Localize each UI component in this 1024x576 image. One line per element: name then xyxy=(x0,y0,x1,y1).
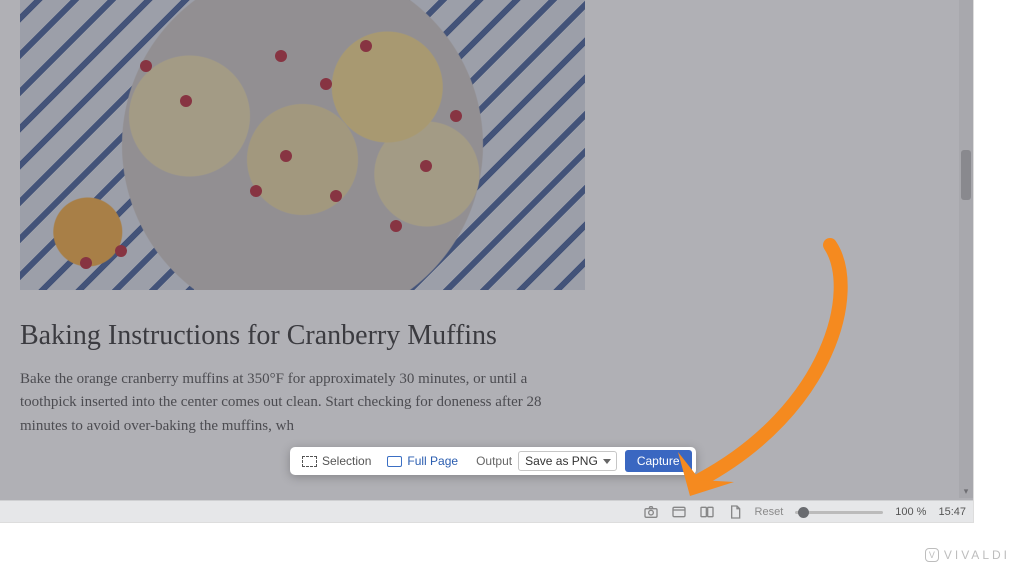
hero-image xyxy=(20,0,585,290)
zoom-reset-button[interactable]: Reset xyxy=(755,506,784,518)
fullpage-icon xyxy=(387,456,402,467)
panel-toggle-icon[interactable] xyxy=(671,504,687,520)
zoom-slider-thumb[interactable] xyxy=(798,507,809,518)
output-format-value: Save as PNG xyxy=(525,454,598,468)
status-bar: Reset 100 % 15:47 xyxy=(0,500,974,523)
capture-selection-button[interactable]: Selection xyxy=(294,451,379,471)
selection-icon xyxy=(302,456,317,467)
browser-window: Baking Instructions for Cranberry Muffin… xyxy=(0,0,974,523)
tiling-icon[interactable] xyxy=(699,504,715,520)
scrollbar-thumb[interactable] xyxy=(961,150,971,200)
zoom-value: 100 % xyxy=(895,506,926,518)
vivaldi-brand-text: VIVALDI xyxy=(944,548,1010,562)
vivaldi-logo-icon: V xyxy=(925,548,939,562)
capture-toolbar: Selection Full Page Output Save as PNG C… xyxy=(290,447,696,475)
scrollbar-down-arrow[interactable]: ▾ xyxy=(961,486,971,496)
capture-icon[interactable] xyxy=(643,504,659,520)
capture-fullpage-button[interactable]: Full Page xyxy=(379,451,466,471)
vertical-scrollbar[interactable]: ▾ xyxy=(959,0,973,498)
page-actions-icon[interactable] xyxy=(727,504,743,520)
clock: 15:47 xyxy=(938,506,966,518)
vivaldi-watermark: V VIVALDI xyxy=(925,548,1010,562)
zoom-slider[interactable] xyxy=(795,511,883,514)
article-title: Baking Instructions for Cranberry Muffin… xyxy=(20,320,612,352)
capture-button[interactable]: Capture xyxy=(625,450,692,472)
page-content: Baking Instructions for Cranberry Muffin… xyxy=(0,0,612,500)
page-sidebar-blank xyxy=(612,0,974,500)
selection-label: Selection xyxy=(322,454,371,468)
article-body: Bake the orange cranberry muffins at 350… xyxy=(20,368,580,438)
output-format-select[interactable]: Save as PNG xyxy=(518,451,617,471)
output-label: Output xyxy=(476,454,512,468)
fullpage-label: Full Page xyxy=(407,454,458,468)
